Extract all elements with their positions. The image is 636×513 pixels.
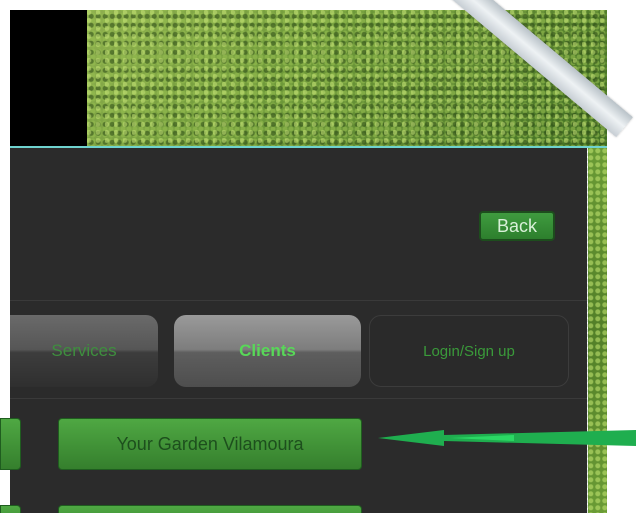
tab-services[interactable]: Services [10,315,158,387]
client-button-partial[interactable] [0,505,21,513]
tab-label: Login/Sign up [423,343,515,360]
arrow-left-icon [378,430,636,446]
tab-clients[interactable]: Clients [174,315,361,387]
black-block [10,10,87,147]
edge-dashed-line [587,148,588,513]
band-divider [10,300,587,301]
tab-label: Services [51,341,117,360]
client-button-partial[interactable] [0,418,21,470]
client-button-next[interactable] [58,505,362,513]
screenshot-stage: Back Services Clients Login/Sign up Your… [0,0,636,513]
back-button[interactable]: Back [479,211,555,241]
client-button-your-garden-vilamoura[interactable]: Your Garden Vilamoura [58,418,362,470]
tab-label: Clients [239,341,296,360]
stone-path [417,0,633,138]
edge-hedge [588,148,607,513]
tab-login-signup[interactable]: Login/Sign up [369,315,569,387]
band-divider [10,398,587,399]
hedge-photo [87,0,633,147]
